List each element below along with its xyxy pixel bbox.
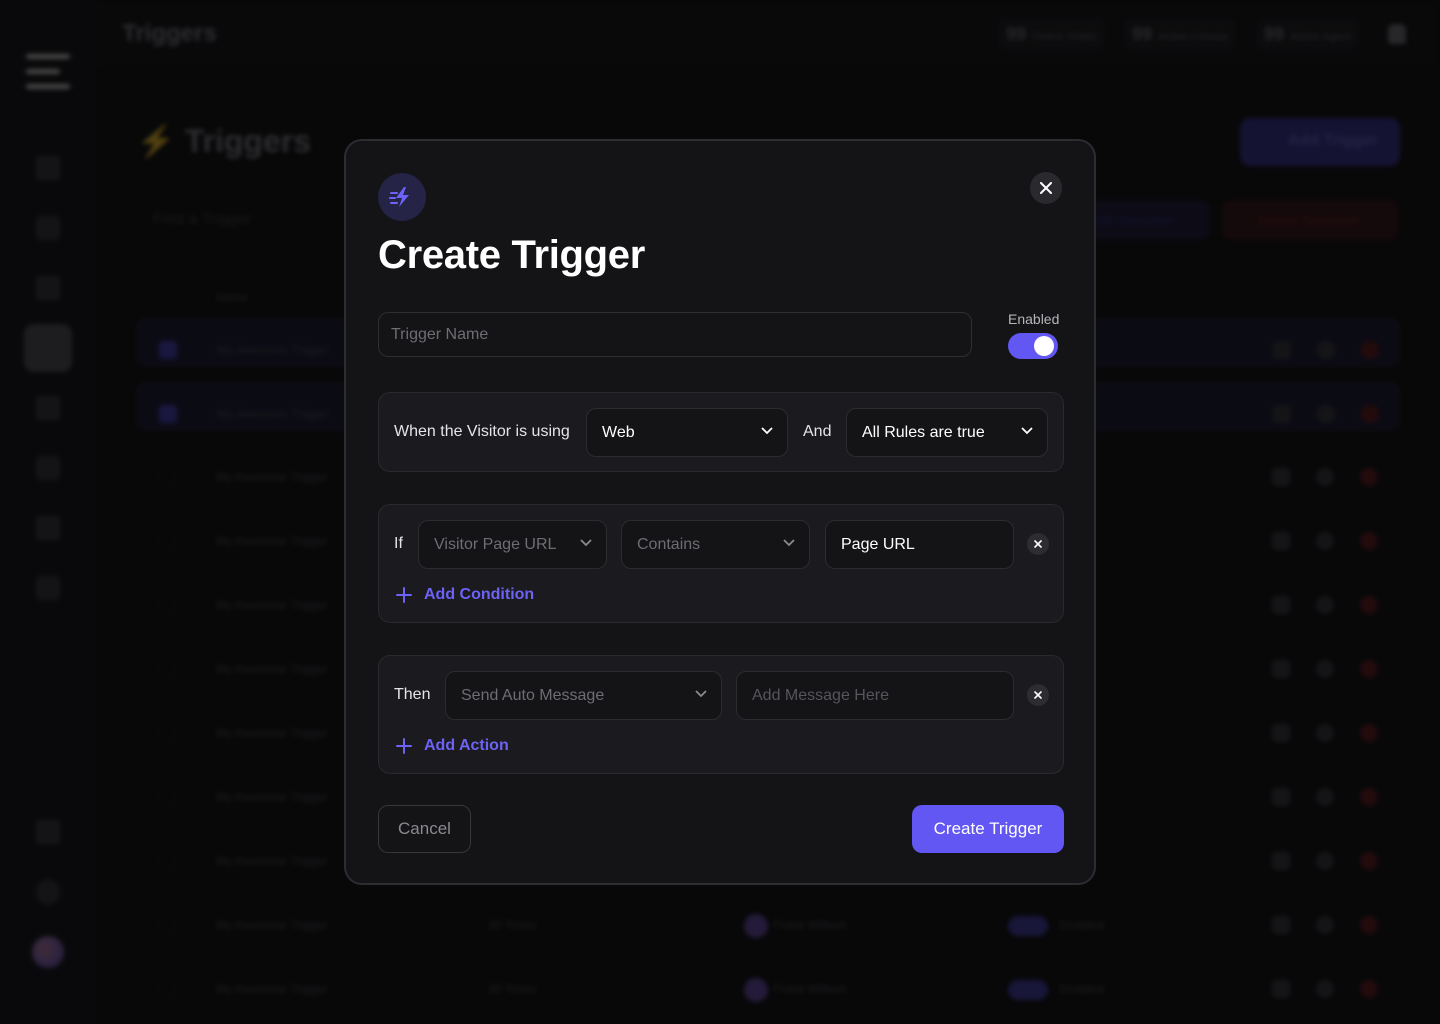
action-panel: Then Send Auto Message Add Message Here … (378, 655, 1064, 774)
then-label: Then (394, 686, 431, 703)
rule-mode-value: All Rules are true (862, 424, 985, 441)
add-action-button[interactable]: Add Action (396, 737, 509, 755)
condition-operator-select[interactable]: Contains (621, 520, 810, 569)
close-button[interactable] (1030, 172, 1062, 204)
close-icon (1040, 182, 1052, 194)
when-panel: When the Visitor is using Web And All Ru… (378, 392, 1064, 472)
add-action-label: Add Action (424, 737, 509, 754)
action-type-value: Send Auto Message (461, 687, 605, 704)
modal-title: Create Trigger (378, 233, 646, 277)
add-condition-label: Add Condition (424, 586, 535, 603)
platform-value: Web (602, 424, 635, 441)
cancel-button[interactable]: Cancel (378, 805, 471, 853)
condition-field-value: Visitor Page URL (434, 536, 557, 553)
chevron-down-icon (1021, 427, 1033, 435)
if-label: If (394, 535, 403, 552)
platform-select[interactable]: Web (586, 408, 788, 457)
enabled-label: Enabled (1008, 311, 1060, 327)
remove-action-button[interactable] (1027, 684, 1049, 706)
message-input[interactable]: Add Message Here (736, 671, 1014, 720)
create-trigger-modal: Create Trigger Enabled When the Visitor … (344, 139, 1096, 885)
toggle-knob (1034, 336, 1054, 356)
lightning-speed-icon (378, 173, 426, 221)
condition-value-input[interactable]: Page URL (825, 520, 1014, 569)
chevron-down-icon (580, 539, 592, 547)
plus-icon (396, 587, 412, 603)
condition-operator-value: Contains (637, 536, 701, 553)
plus-icon (396, 738, 412, 754)
and-label: And (803, 423, 832, 440)
close-icon (1034, 540, 1042, 548)
condition-field-select[interactable]: Visitor Page URL (418, 520, 607, 569)
close-icon (1034, 691, 1042, 699)
rule-mode-select[interactable]: All Rules are true (846, 408, 1048, 457)
action-type-select[interactable]: Send Auto Message (445, 671, 722, 720)
create-trigger-button[interactable]: Create Trigger (912, 805, 1064, 853)
chevron-down-icon (761, 427, 773, 435)
enabled-toggle[interactable] (1008, 333, 1058, 359)
trigger-name-input[interactable] (378, 312, 972, 357)
condition-panel: If Visitor Page URL Contains Page URL Ad… (378, 504, 1064, 623)
when-label: When the Visitor is using (394, 423, 570, 440)
chevron-down-icon (695, 690, 707, 698)
add-condition-button[interactable]: Add Condition (396, 586, 534, 604)
remove-condition-button[interactable] (1027, 533, 1049, 555)
chevron-down-icon (783, 539, 795, 547)
